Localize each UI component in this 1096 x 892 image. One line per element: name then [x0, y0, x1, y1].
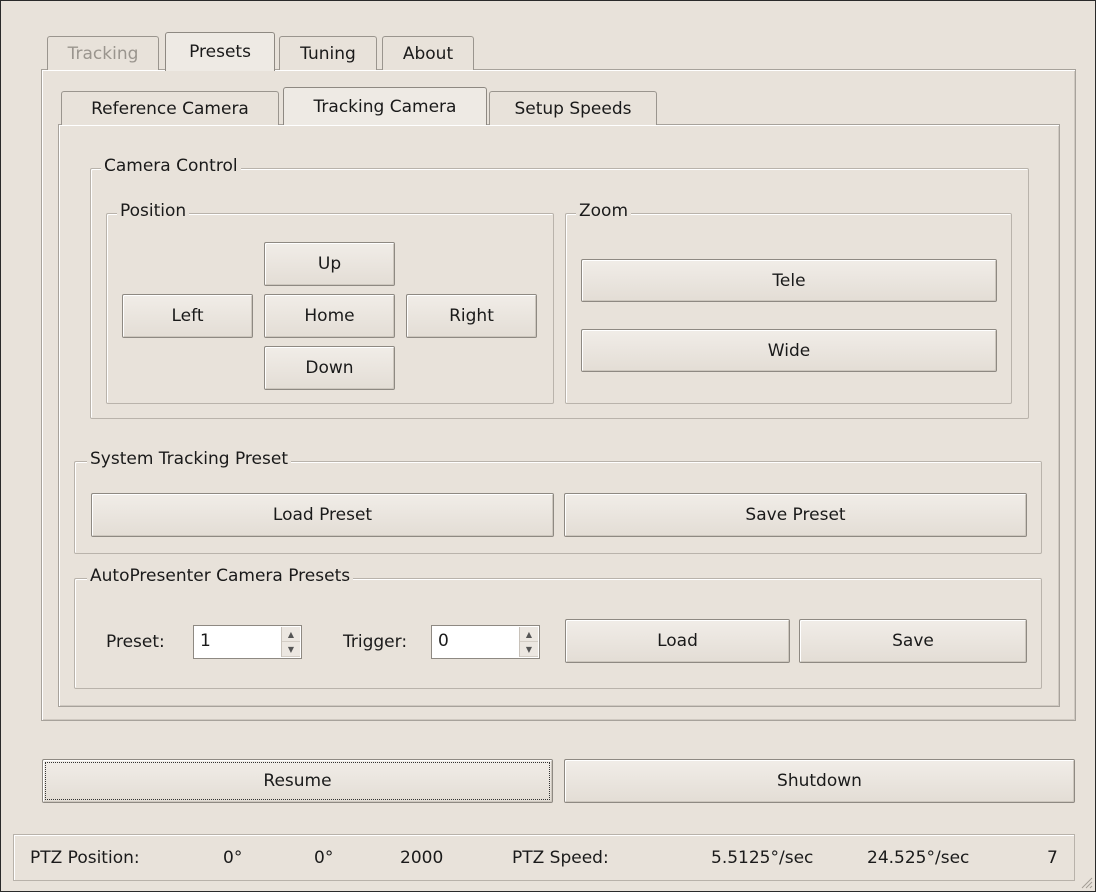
shutdown-button-label: Shutdown [777, 771, 862, 791]
wide-button[interactable]: Wide [581, 329, 997, 372]
left-button[interactable]: Left [122, 294, 253, 338]
ptz-zoom-value: 2000 [400, 848, 444, 868]
home-button[interactable]: Home [264, 294, 395, 338]
tab-reference-camera[interactable]: Reference Camera [61, 91, 279, 125]
system-tracking-preset-title: System Tracking Preset [87, 449, 291, 469]
ptz-speed-label: PTZ Speed: [512, 848, 609, 868]
right-button[interactable]: Right [406, 294, 537, 338]
zoom-title: Zoom [576, 201, 632, 221]
ptz-position-label: PTZ Position: [30, 848, 140, 868]
spin-down-icon[interactable]: ▼ [282, 642, 300, 657]
ptz-tilt-value: 0° [314, 848, 334, 868]
zoom-group [565, 213, 1012, 404]
tele-button[interactable]: Tele [581, 259, 997, 302]
preset-spinbox-value: 1 [200, 631, 211, 651]
autopresenter-save-button-label: Save [892, 631, 934, 651]
tab-tracking[interactable]: Tracking [47, 36, 159, 70]
spin-up-icon[interactable]: ▲ [520, 627, 538, 642]
left-button-label: Left [171, 306, 204, 326]
preset-spinbox-arrows[interactable]: ▲ ▼ [281, 627, 300, 657]
trigger-spinbox-arrows[interactable]: ▲ ▼ [519, 627, 538, 657]
load-preset-button[interactable]: Load Preset [91, 493, 554, 537]
position-title: Position [117, 201, 190, 221]
spin-down-icon[interactable]: ▼ [520, 642, 538, 657]
ptz-pan-value: 0° [223, 848, 243, 868]
tab-tracking-label: Tracking [67, 43, 139, 64]
spin-up-icon[interactable]: ▲ [282, 627, 300, 642]
camera-control-title: Camera Control [101, 156, 241, 176]
tab-tracking-camera[interactable]: Tracking Camera [283, 87, 487, 125]
tilt-speed-value: 24.525°/sec [867, 848, 970, 868]
zoom-speed-value: 7 [1047, 848, 1058, 868]
preset-label: Preset: [106, 632, 165, 652]
tab-tracking-camera-label: Tracking Camera [313, 96, 457, 117]
preset-spinbox[interactable]: 1 ▲ ▼ [193, 625, 302, 659]
tab-about[interactable]: About [382, 36, 474, 70]
tele-button-label: Tele [772, 270, 806, 291]
trigger-spinbox-value: 0 [438, 631, 449, 651]
shutdown-button[interactable]: Shutdown [564, 759, 1075, 803]
tab-tuning[interactable]: Tuning [279, 36, 377, 70]
resume-button[interactable]: Resume [42, 759, 553, 803]
trigger-spinbox[interactable]: 0 ▲ ▼ [431, 625, 540, 659]
up-button[interactable]: Up [264, 242, 395, 286]
tab-presets-label: Presets [189, 42, 251, 62]
tab-about-label: About [402, 43, 454, 64]
down-button[interactable]: Down [264, 346, 395, 390]
load-preset-button-label: Load Preset [272, 505, 373, 525]
resize-grip-icon[interactable] [1079, 875, 1093, 889]
trigger-label: Trigger: [343, 632, 408, 652]
wide-button-label: Wide [767, 340, 811, 361]
autopresenter-save-button[interactable]: Save [799, 619, 1027, 663]
autopresenter-load-button[interactable]: Load [565, 619, 790, 663]
tab-reference-camera-label: Reference Camera [91, 98, 249, 119]
save-preset-button[interactable]: Save Preset [564, 493, 1027, 537]
save-preset-button-label: Save Preset [745, 505, 846, 525]
tab-presets[interactable]: Presets [165, 32, 275, 71]
autopresenter-presets-title: AutoPresenter Camera Presets [87, 566, 354, 586]
pan-speed-value: 5.5125°/sec [711, 848, 814, 868]
resume-button-label: Resume [263, 771, 332, 791]
down-button-label: Down [305, 358, 354, 378]
app-window: Tracking Presets Tuning About Reference … [0, 0, 1096, 892]
up-button-label: Up [317, 254, 342, 274]
tab-setup-speeds[interactable]: Setup Speeds [489, 91, 657, 125]
autopresenter-load-button-label: Load [657, 631, 698, 651]
tab-tuning-label: Tuning [300, 43, 356, 64]
right-button-label: Right [449, 306, 494, 326]
tab-setup-speeds-label: Setup Speeds [514, 98, 632, 119]
home-button-label: Home [304, 306, 355, 326]
